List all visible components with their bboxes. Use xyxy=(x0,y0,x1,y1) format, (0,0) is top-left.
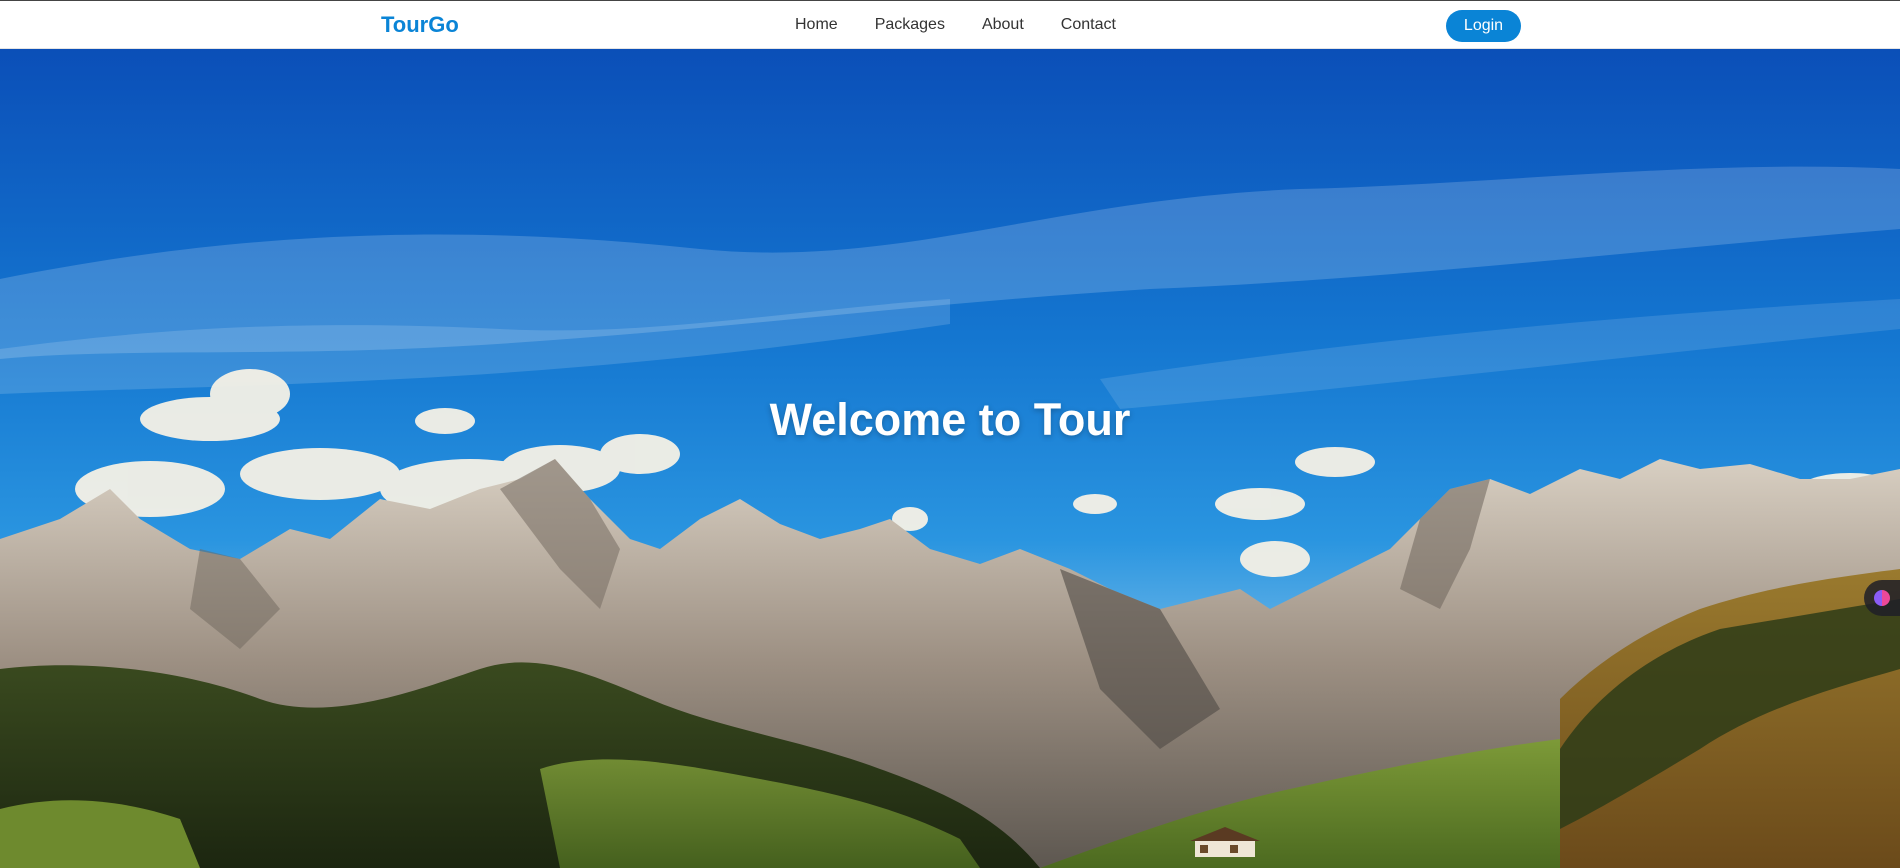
nav-link-contact[interactable]: Contact xyxy=(1061,16,1116,34)
hero-background-image xyxy=(0,49,1900,868)
nav-link-packages[interactable]: Packages xyxy=(875,16,945,34)
brand-logo[interactable]: TourGo xyxy=(381,12,459,38)
nav-links: Home Packages About Contact xyxy=(795,16,1153,34)
login-button[interactable]: Login xyxy=(1446,10,1521,42)
nav-link-home[interactable]: Home xyxy=(795,16,838,34)
hero-section: Welcome to Tour xyxy=(0,49,1900,868)
assistant-icon xyxy=(1874,590,1890,606)
assistant-widget[interactable] xyxy=(1864,580,1900,616)
top-navbar: TourGo Home Packages About Contact Login xyxy=(0,0,1900,49)
hero-title: Welcome to Tour xyxy=(769,394,1131,445)
nav-link-about[interactable]: About xyxy=(982,16,1024,34)
